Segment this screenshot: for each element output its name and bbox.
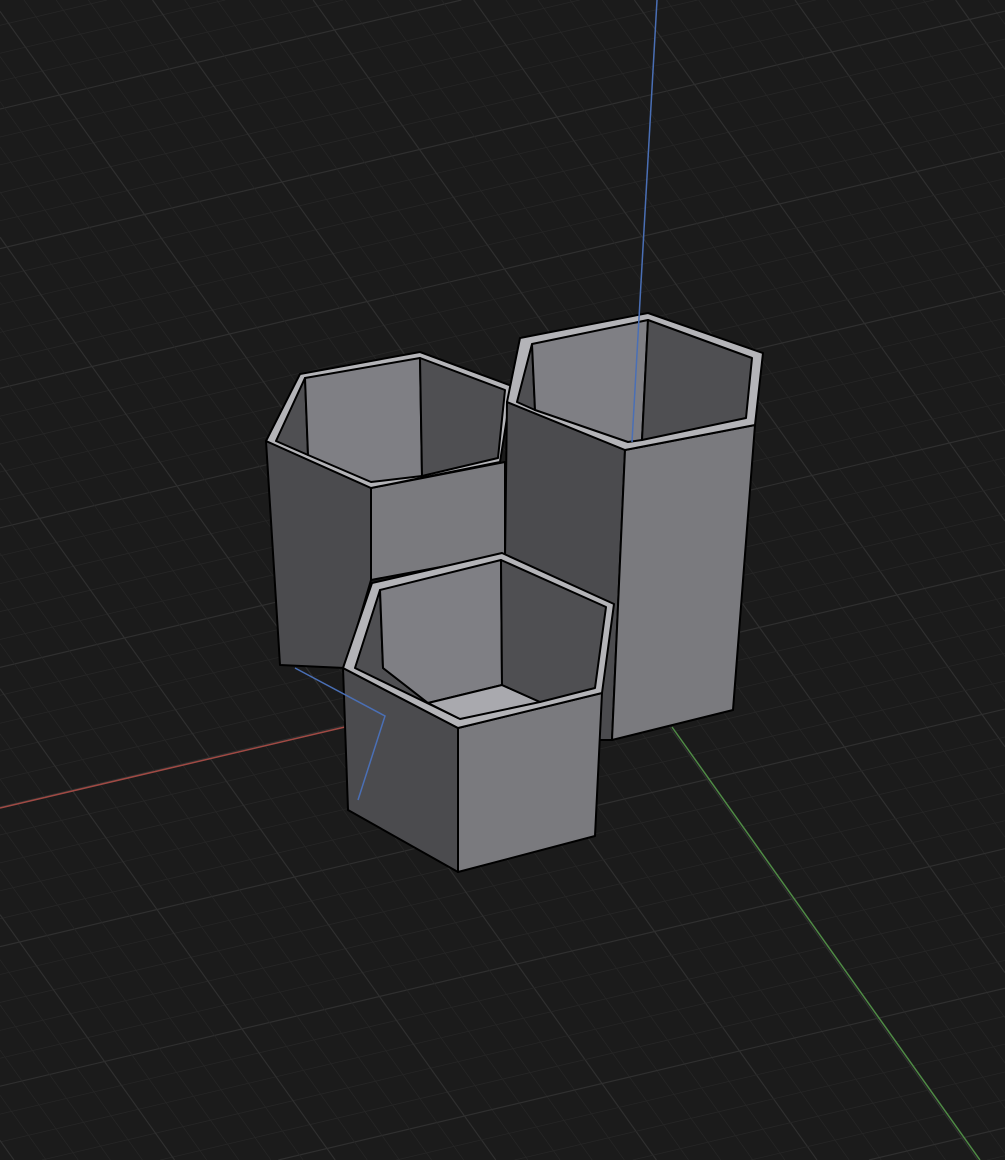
- grid-line: [0, 869, 208, 1160]
- grid-line: [0, 688, 336, 1160]
- grid-line: [955, 0, 1005, 70]
- grid-line: [0, 178, 1005, 417]
- grid-line: [0, 824, 240, 1160]
- grid-line: [0, 959, 143, 1160]
- grid-line: [278, 987, 1005, 1160]
- grid-line: [0, 10, 1005, 250]
- grid-line: [750, 1099, 1005, 1160]
- grid-line: [514, 1043, 1005, 1160]
- grid-line: [0, 0, 816, 194]
- grid-line: [396, 1015, 1005, 1160]
- grid-line: [0, 0, 934, 222]
- grid-line: [0, 122, 1005, 361]
- grid-line: [762, 0, 1005, 341]
- grid-line: [42, 932, 1005, 1160]
- grid-line: [0, 914, 176, 1160]
- grid-line: [858, 0, 1005, 206]
- grid-line: [0, 38, 1005, 277]
- y-axis-line: [671, 726, 981, 1160]
- grid-line: [868, 1127, 1005, 1160]
- grid-line: [0, 150, 1005, 389]
- grid-line: [0, 0, 462, 110]
- grid-line: [986, 1155, 1005, 1160]
- 3d-viewport[interactable]: [0, 0, 1005, 1160]
- scene-canvas[interactable]: [0, 0, 1005, 1160]
- grid-line: [0, 1049, 79, 1160]
- hex-container-front[interactable]: [342, 552, 615, 873]
- grid-line: [0, 848, 1005, 1087]
- grid-line: [0, 0, 226, 54]
- grid-line: [0, 1140, 15, 1160]
- grid-line: [0, 598, 400, 1160]
